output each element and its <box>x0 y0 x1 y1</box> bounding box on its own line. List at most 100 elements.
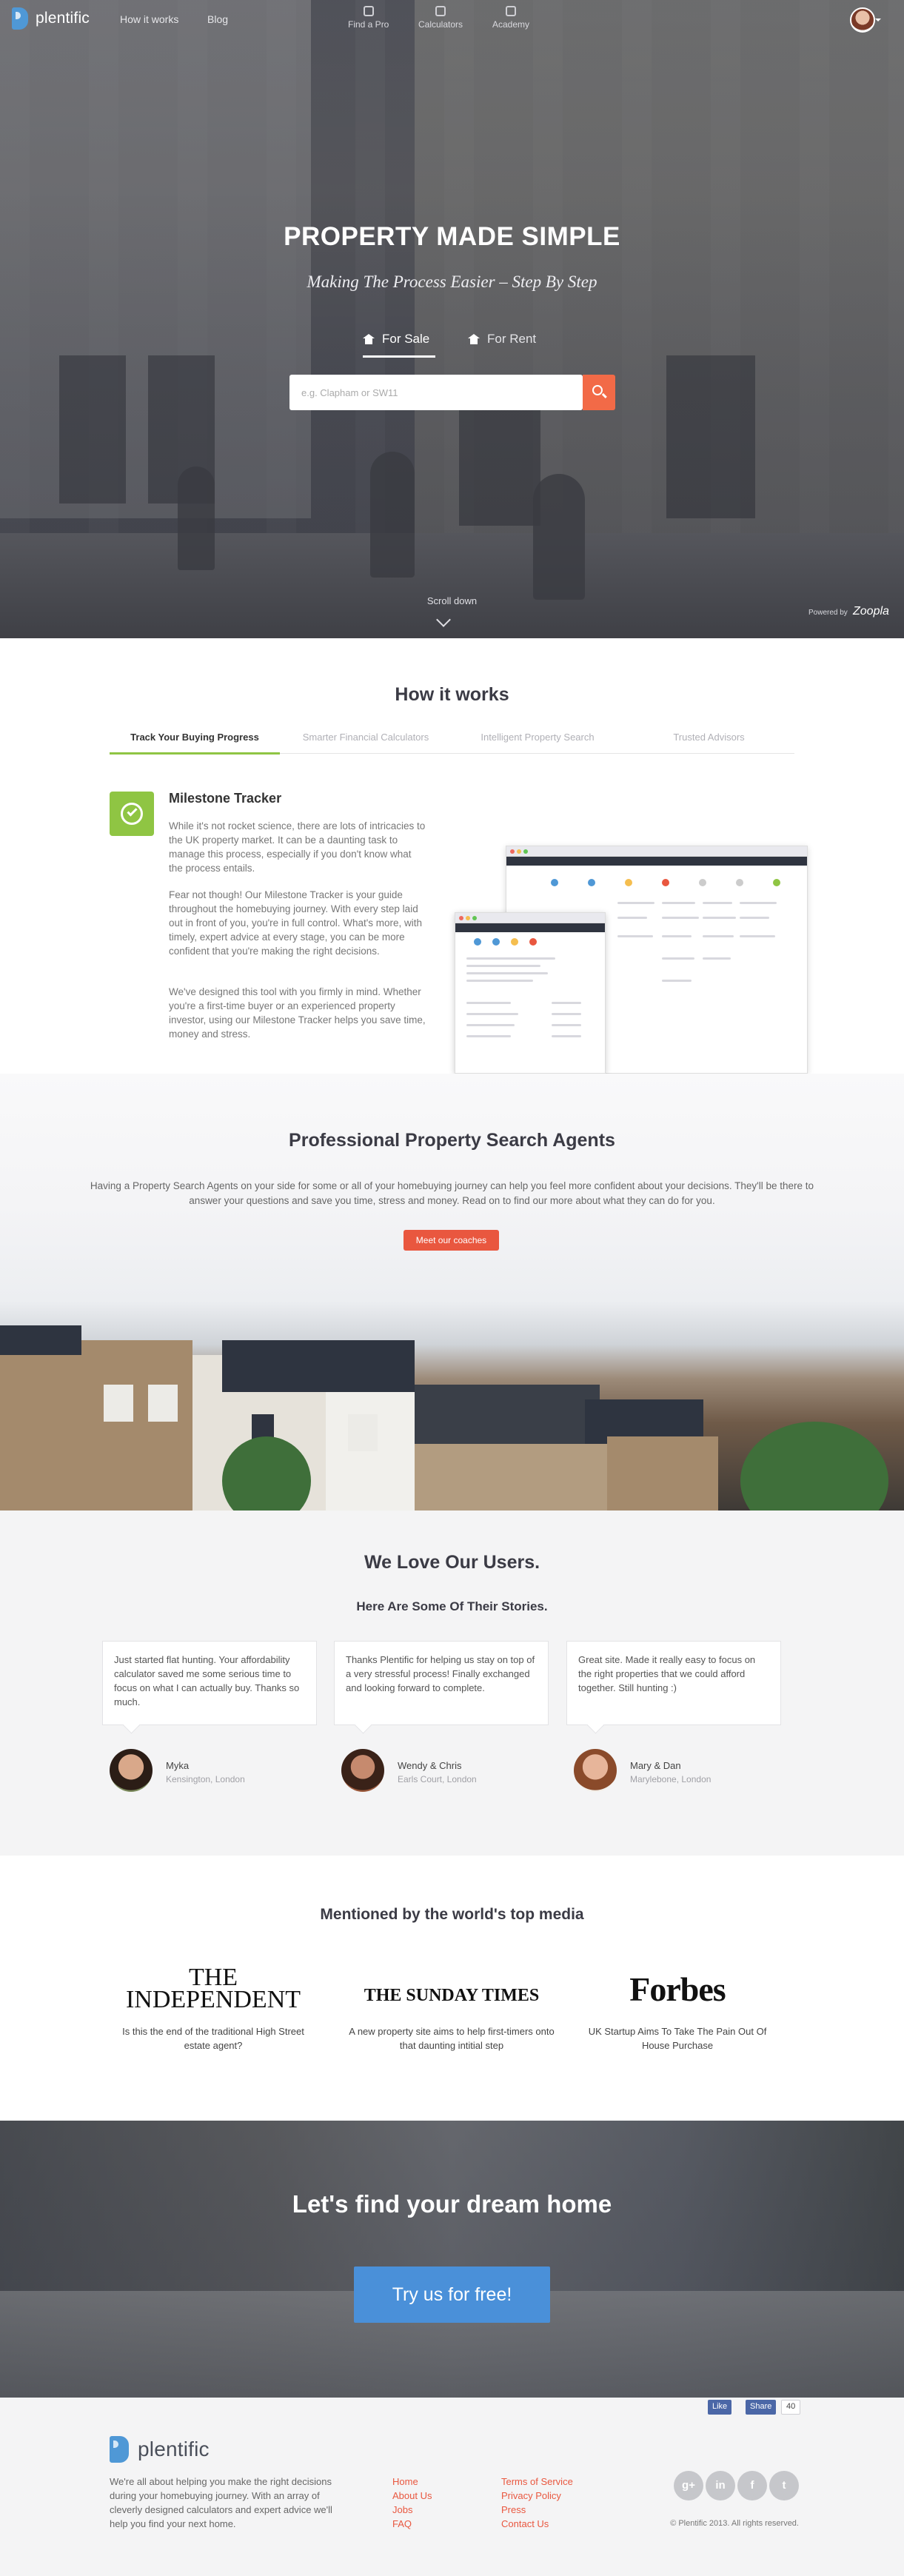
houses-illustration <box>222 1340 415 1392</box>
footer-link-faq[interactable]: FAQ <box>392 2517 432 2531</box>
cta-section: Let's find your dream home Try us for fr… <box>0 2121 904 2398</box>
testimonial-quote: Great site. Made it really easy to focus… <box>566 1641 781 1725</box>
how-it-works-tabs: Track Your Buying Progress Smarter Finan… <box>110 732 794 754</box>
google-plus-icon[interactable]: g+ <box>674 2471 703 2500</box>
houses-illustration <box>104 1385 133 1422</box>
logo-line: Forbes <box>629 1970 726 2008</box>
media-caption[interactable]: UK Startup Aims To Take The Pain Out Of … <box>574 2024 781 2053</box>
testimonial-name: Mary & Dan <box>630 1760 681 1771</box>
logo-line: INDEPENDENT <box>125 1986 301 2013</box>
houses-illustration <box>0 1340 192 1511</box>
facebook-icon[interactable]: f <box>737 2471 767 2500</box>
testimonial-location: Marylebone, London <box>630 1774 712 1784</box>
house-icon <box>468 334 480 344</box>
houses-illustration <box>415 1444 607 1511</box>
hero-background-person <box>370 452 415 578</box>
houses-illustration <box>0 1325 81 1355</box>
media-title: Mentioned by the world's top media <box>320 1906 584 1923</box>
brand-logo[interactable]: plentific <box>12 7 90 30</box>
footer-logo[interactable]: plentific <box>110 2436 210 2463</box>
user-avatar-menu[interactable] <box>850 7 881 33</box>
facebook-share-count: 40 <box>781 2400 801 2415</box>
nav-calculators[interactable]: Calculators <box>418 6 463 30</box>
meet-our-coaches-button[interactable]: Meet our coaches <box>404 1230 499 1251</box>
testimonials-section: We Love Our Users. Here Are Some Of Thei… <box>0 1511 904 1856</box>
tab-financial-calculators[interactable]: Smarter Financial Calculators <box>280 732 452 743</box>
facebook-share-button[interactable]: Share <box>746 2400 777 2415</box>
testimonials-title: We Love Our Users. <box>364 1552 540 1573</box>
hero-background-window <box>59 355 126 504</box>
footer-link-home[interactable]: Home <box>392 2475 432 2489</box>
testimonial-quote: Thanks Plentific for helping us stay on … <box>334 1641 549 1725</box>
nav-link-blog[interactable]: Blog <box>207 13 228 25</box>
brand-name: plentific <box>36 10 90 27</box>
testimonial-quote: Just started flat hunting. Your affordab… <box>102 1641 317 1725</box>
tab-for-sale-label: For Sale <box>382 332 430 346</box>
nav-academy[interactable]: Academy <box>492 6 529 30</box>
how-it-works-section: How it works Track Your Buying Progress … <box>0 638 904 1074</box>
linkedin-icon[interactable]: in <box>706 2471 735 2500</box>
milestone-check-icon <box>110 792 154 836</box>
plentific-logo-icon <box>110 2436 129 2463</box>
try-for-free-button[interactable]: Try us for free! <box>354 2266 550 2323</box>
feature-paragraph: We've designed this tool with you firmly… <box>169 986 426 1040</box>
cta-title: Let's find your dream home <box>292 2190 612 2218</box>
zoopla-logo: Zoopla <box>853 605 889 618</box>
hero-section: plentific How it works Blog Find a Pro C… <box>0 0 904 638</box>
pro-icon <box>363 6 374 16</box>
footer-link-press[interactable]: Press <box>501 2503 573 2517</box>
hero-background-person <box>533 474 585 600</box>
footer-brand-name: plentific <box>138 2438 210 2460</box>
hero-background-window <box>666 355 755 518</box>
feature-paragraph: Fear not though! Our Milestone Tracker i… <box>169 889 423 957</box>
testimonials-subtitle: Here Are Some Of Their Stories. <box>356 1599 548 1613</box>
plentific-logo-icon <box>12 7 28 30</box>
feature-title: Milestone Tracker <box>169 791 282 806</box>
footer-link-terms[interactable]: Terms of Service <box>501 2475 573 2489</box>
search-button[interactable] <box>583 375 615 410</box>
powered-by-label: Powered by <box>808 609 848 617</box>
tab-property-search[interactable]: Intelligent Property Search <box>452 732 623 743</box>
tab-for-rent[interactable]: For Rent <box>468 332 536 347</box>
tab-track-buying-progress[interactable]: Track Your Buying Progress <box>110 732 280 743</box>
tab-trusted-advisors[interactable]: Trusted Advisors <box>623 732 794 743</box>
hero-title: PROPERTY MADE SIMPLE <box>284 222 620 251</box>
footer-links-col1: Home About Us Jobs FAQ <box>392 2475 432 2531</box>
tab-for-sale[interactable]: For Sale <box>363 332 429 347</box>
independent-logo[interactable]: THE INDEPENDENT <box>110 1965 317 2013</box>
media-caption[interactable]: Is this the end of the traditional High … <box>110 2024 317 2053</box>
media-caption[interactable]: A new property site aims to help first-t… <box>348 2024 555 2053</box>
feature-paragraph: While it's not rocket science, there are… <box>169 820 426 874</box>
footer-link-about-us[interactable]: About Us <box>392 2489 432 2503</box>
tab-for-rent-label: For Rent <box>487 332 537 346</box>
footer: plentific We're all about helping you ma… <box>0 2398 904 2576</box>
search-icon <box>592 385 603 395</box>
footer-link-jobs[interactable]: Jobs <box>392 2503 432 2517</box>
footer-link-privacy[interactable]: Privacy Policy <box>501 2489 573 2503</box>
facebook-like-button[interactable]: Like <box>708 2400 732 2415</box>
avatar <box>574 1749 617 1792</box>
active-tab-indicator <box>363 355 435 358</box>
footer-link-contact[interactable]: Contact Us <box>501 2517 573 2531</box>
nav-find-a-pro[interactable]: Find a Pro <box>348 6 389 30</box>
copyright: © Plentific 2013. All rights reserved. <box>670 2519 799 2528</box>
houses-illustration <box>326 1392 415 1511</box>
nav-link-how-it-works[interactable]: How it works <box>120 13 178 25</box>
houses-illustration <box>348 1414 378 1451</box>
scroll-down-label[interactable]: Scroll down <box>0 595 904 606</box>
nav-academy-label: Academy <box>492 19 530 30</box>
logo-line: THE SUNDAY TIMES <box>364 1986 540 2005</box>
sunday-times-logo[interactable]: THE SUNDAY TIMES <box>348 1986 555 2005</box>
houses-illustration <box>148 1385 178 1422</box>
hero-subtitle: Making The Process Easier – Step By Step <box>307 272 597 291</box>
testimonial-name: Wendy & Chris <box>398 1760 462 1771</box>
forbes-logo[interactable]: Forbes <box>574 1973 781 2007</box>
location-search-input[interactable] <box>289 375 583 410</box>
hero-background-person <box>178 466 215 570</box>
dashboard-screenshot <box>455 912 606 1074</box>
footer-links-col2: Terms of Service Privacy Policy Press Co… <box>501 2475 573 2531</box>
nav-find-a-pro-label: Find a Pro <box>348 19 389 30</box>
twitter-icon[interactable]: t <box>769 2471 799 2500</box>
top-navigation: plentific How it works Blog Find a Pro C… <box>0 0 904 41</box>
media-mentions-section: Mentioned by the world's top media THE I… <box>0 1856 904 2121</box>
